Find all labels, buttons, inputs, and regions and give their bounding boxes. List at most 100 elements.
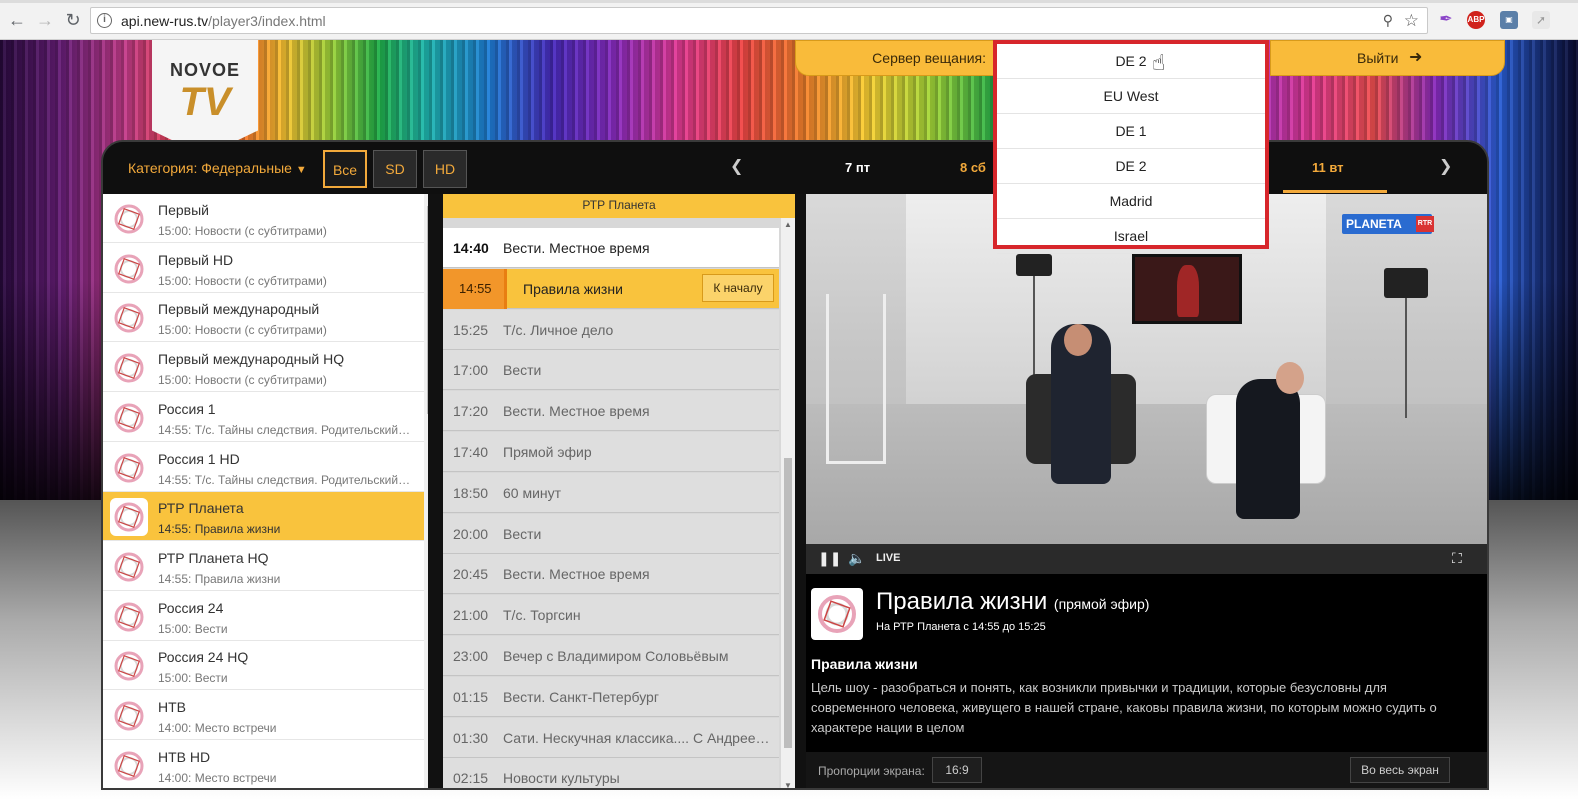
- program-meta: На РТР Планета с 14:55 до 15:25: [876, 621, 1046, 633]
- schedule-item[interactable]: 18:50 60 минут: [443, 472, 779, 513]
- schedule-item[interactable]: 02:15 Новости культуры: [443, 758, 779, 788]
- next-day-icon[interactable]: ❯: [1439, 156, 1452, 176]
- channel-current-show: 14:55: Правила жизни: [158, 522, 281, 537]
- filter-sd-button[interactable]: SD: [373, 150, 417, 188]
- info-icon[interactable]: i: [97, 13, 112, 28]
- channel-current-show: 14:55: Правила жизни: [158, 571, 281, 586]
- channel-current-show: 14:55: Т/с. Тайны следствия. Родительски…: [158, 472, 413, 487]
- to-start-button[interactable]: К началу: [702, 273, 774, 302]
- channel-item[interactable]: Первый международный 15:00: Новости (с су…: [103, 293, 424, 343]
- channel-item[interactable]: РТР Планета HQ 14:55: Правила жизни: [103, 541, 424, 591]
- logo-text-top: NOVOE: [169, 60, 240, 80]
- server-option[interactable]: Israel: [997, 219, 1265, 254]
- channel-name: Первый международный: [158, 301, 320, 318]
- channel-item[interactable]: НТВ HD 14:00: Место встречи: [103, 740, 424, 788]
- schedule-title: Сати. Нескучная классика.... С Андреем..…: [503, 729, 773, 746]
- scroll-down-icon[interactable]: ▼: [427, 781, 428, 788]
- schedule-item[interactable]: 01:15 Вести. Санкт-Петербург: [443, 676, 779, 717]
- channel-watermark: PLANETA RTR: [1342, 214, 1434, 234]
- volume-icon[interactable]: 🔈: [848, 550, 865, 567]
- scroll-up-icon[interactable]: ▲: [784, 220, 792, 229]
- channel-item[interactable]: Первый международный HQ 15:00: Новости (с…: [103, 343, 424, 393]
- channel-logo-icon: [110, 647, 148, 686]
- server-option[interactable]: DE 2: [997, 149, 1265, 184]
- schedule-item[interactable]: 20:00 Вести: [443, 513, 779, 554]
- watermark-badge: RTR: [1416, 216, 1434, 232]
- filter-hd-button[interactable]: HD: [423, 150, 467, 188]
- channel-logo-icon: [110, 349, 148, 388]
- adblock-extension-icon[interactable]: ABP: [1467, 11, 1485, 29]
- aspect-label: Пропорции экрана:: [818, 764, 925, 778]
- channel-logo-icon: [110, 398, 148, 437]
- channel-item[interactable]: Россия 24 HQ 15:00: Вести: [103, 641, 424, 691]
- server-option[interactable]: DE 1: [997, 114, 1265, 149]
- feather-extension-icon[interactable]: ✒: [1437, 11, 1455, 29]
- scroll-down-icon[interactable]: ▼: [784, 781, 792, 788]
- schedule-item[interactable]: 17:40 Прямой эфир: [443, 432, 779, 472]
- day-tab-8[interactable]: 8 сб: [960, 160, 986, 175]
- schedule-scrollbar[interactable]: ▲ ▼: [781, 218, 795, 788]
- host-head: [1064, 324, 1092, 356]
- server-option[interactable]: EU West: [997, 79, 1265, 114]
- channel-current-show: 14:55: Т/с. Тайны следствия. Родительски…: [158, 422, 413, 437]
- channel-name: Первый: [158, 202, 209, 218]
- schedule-time: 23:00: [453, 648, 489, 664]
- channel-item[interactable]: РТР Планета 14:55: Правила жизни: [103, 492, 424, 542]
- aspect-ratio-button[interactable]: 16:9: [932, 757, 982, 783]
- schedule-item[interactable]: 20:45 Вести. Местное время: [443, 554, 779, 595]
- program-description: Цель шоу - разобраться и понять, как воз…: [811, 680, 1437, 735]
- schedule-time: 20:45: [453, 566, 489, 583]
- pdf-extension-icon[interactable]: ➚: [1532, 11, 1550, 29]
- channel-item[interactable]: Россия 1 14:55: Т/с. Тайны следствия. Род…: [103, 392, 424, 442]
- fullscreen-button[interactable]: Во весь экран: [1350, 757, 1450, 783]
- channel-logo-icon: [110, 249, 148, 288]
- tab-strip: [0, 0, 1578, 3]
- channel-item[interactable]: Первый 15:00: Новости (с субтитрами): [103, 194, 424, 243]
- channel-name: Россия 24 HQ: [158, 649, 249, 666]
- player-controls: ❚❚ 🔈 LIVE ⛶: [806, 544, 1487, 574]
- schedule-title: Вести: [503, 362, 542, 379]
- scroll-up-icon[interactable]: ▲: [427, 196, 428, 205]
- key-icon[interactable]: ⚲: [1383, 12, 1393, 29]
- lamp-right: [1384, 268, 1428, 298]
- channel-item[interactable]: НТВ 14:00: Место встречи: [103, 691, 424, 740]
- guest-figure: [1236, 379, 1300, 519]
- channel-item[interactable]: Россия 24 15:00: Вести: [103, 591, 424, 641]
- logout-icon: ➜: [1409, 49, 1423, 66]
- schedule-scroll-thumb[interactable]: [784, 458, 792, 748]
- server-selector[interactable]: Сервер вещания:: [795, 40, 995, 76]
- schedule-item[interactable]: 14:55 Правила жизни К началу: [443, 268, 779, 309]
- schedule-title: Вести. Местное время: [503, 403, 650, 420]
- forward-icon[interactable]: →: [34, 9, 56, 31]
- schedule-item[interactable]: 01:30 Сати. Нескучная классика.... С Андр…: [443, 717, 779, 758]
- schedule-item[interactable]: 14:40 Вести. Местное время: [443, 228, 779, 268]
- category-dropdown[interactable]: Категория: Федеральные ▼: [128, 160, 307, 176]
- channel-item[interactable]: Россия 1 HD 14:55: Т/с. Тайны следствия. …: [103, 442, 424, 492]
- back-icon[interactable]: ←: [6, 9, 28, 31]
- schedule-item[interactable]: 17:20 Вести. Местное время: [443, 391, 779, 432]
- bookmark-star-icon[interactable]: ☆: [1404, 11, 1419, 31]
- schedule-item[interactable]: 23:00 Вечер с Владимиром Соловьёвым: [443, 636, 779, 676]
- schedule-time: 17:00: [453, 362, 489, 379]
- address-bar[interactable]: i api.new-rus.tv/player3/index.html ⚲ ☆: [90, 7, 1428, 34]
- schedule-item[interactable]: 15:25 Т/с. Личное дело: [443, 309, 779, 350]
- schedule-item[interactable]: 17:00 Вести: [443, 350, 779, 391]
- channel-scroll-thumb[interactable]: [427, 206, 428, 414]
- schedule-item[interactable]: 21:00 Т/с. Торгсин: [443, 595, 779, 636]
- pause-icon[interactable]: ❚❚: [818, 550, 841, 567]
- screen-figure: [1177, 265, 1199, 317]
- channel-scrollbar[interactable]: ▲▼: [424, 194, 428, 788]
- reload-icon[interactable]: ↻: [62, 9, 84, 31]
- channel-item[interactable]: Первый HD 15:00: Новости (с субтитрами): [103, 243, 424, 293]
- day-tab-11[interactable]: 11 вт: [1312, 160, 1344, 175]
- fullscreen-icon[interactable]: ⛶: [1452, 550, 1462, 567]
- channel-logo-icon: [110, 299, 148, 338]
- screenshot-extension-icon[interactable]: ▣: [1500, 11, 1518, 29]
- filter-all-button[interactable]: Все: [323, 150, 367, 188]
- program-title: Правила жизни (прямой эфир): [876, 588, 1149, 616]
- exit-button[interactable]: Выйти ➜: [1270, 40, 1505, 76]
- server-option[interactable]: DE 2: [997, 44, 1265, 79]
- server-option[interactable]: Madrid: [997, 184, 1265, 219]
- prev-day-icon[interactable]: ❮: [730, 156, 743, 176]
- day-tab-7[interactable]: 7 пт: [845, 160, 870, 175]
